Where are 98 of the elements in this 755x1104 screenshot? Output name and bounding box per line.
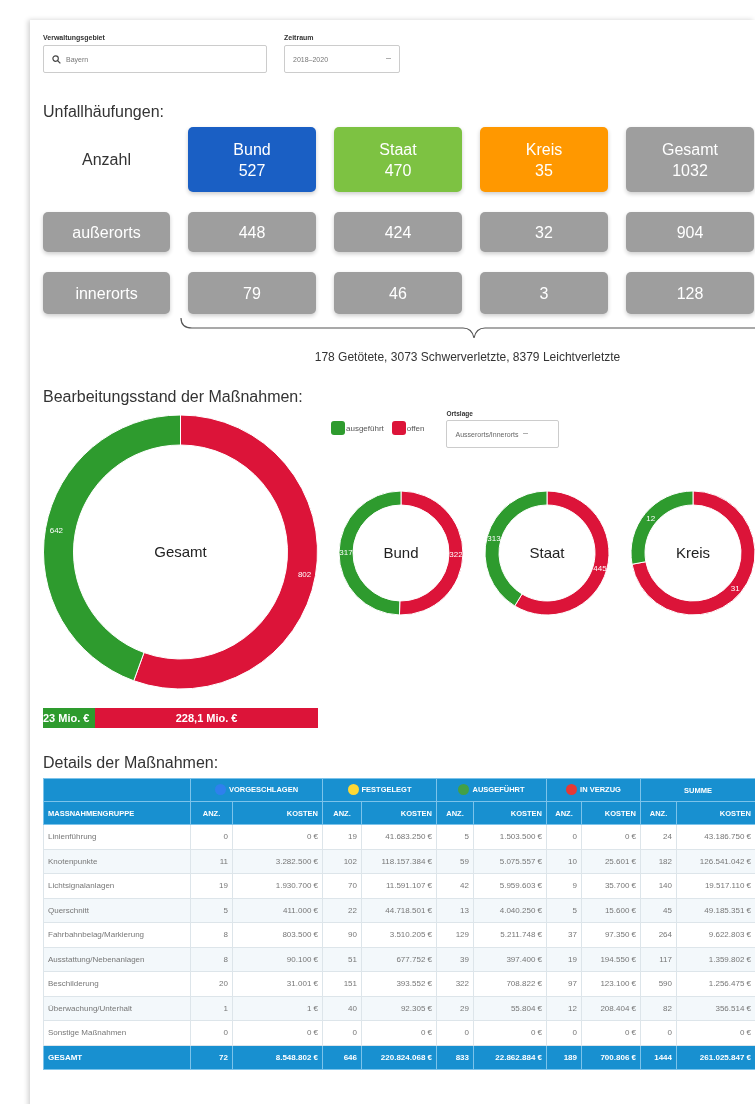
table-cell: 90.100 €: [232, 947, 323, 972]
table-cell: 97.350 €: [581, 922, 641, 947]
search-icon: [52, 54, 61, 64]
table-cell: Lichtsignalanlagen: [43, 873, 191, 898]
value-tile: 448: [188, 212, 316, 252]
legend-label: ausgeführt: [346, 423, 384, 433]
chart-title: Kreis: [675, 544, 711, 561]
table-cell: 11.591.107 €: [361, 873, 437, 898]
data-label: 317: [339, 548, 353, 558]
total-cell: GESAMT: [43, 1045, 191, 1070]
data-label: 802: [297, 569, 312, 579]
table-cell: Knotenpunkte: [43, 849, 191, 874]
table-cell: 129: [436, 922, 474, 947]
row-label: Anzahl: [81, 149, 132, 170]
value-tile: 79: [188, 272, 316, 314]
cost-label: 228,1 Mio. €: [175, 712, 238, 724]
total-tile: Gesamt 1032: [626, 127, 754, 192]
data-label: 313: [487, 534, 501, 544]
row-label-tile: innerorts: [43, 272, 170, 314]
table-cell: 5.959.603 €: [473, 873, 547, 898]
table-cell: 140: [640, 873, 677, 898]
table-cell: 411.000 €: [232, 898, 323, 923]
value-tile: 128: [626, 272, 754, 314]
table-cell: 123.100 €: [581, 971, 641, 996]
table-cell: 0: [546, 1020, 582, 1045]
table-cell: 31.001 €: [232, 971, 323, 996]
table-cell: 5: [436, 824, 474, 849]
table-cell: 41.683.250 €: [361, 824, 437, 849]
table-cell: 322: [436, 971, 474, 996]
table-cell: 393.552 €: [361, 971, 437, 996]
table-cell: 0 €: [361, 1020, 437, 1045]
table-cell: 0: [436, 1020, 474, 1045]
table-cell: 0 €: [232, 1020, 323, 1045]
table-cell: Linienführung: [43, 824, 191, 849]
table-cell: 803.500 €: [232, 922, 323, 947]
table-cell: Überwachung/Unterhalt: [43, 996, 191, 1021]
table-cell: Ausstattung/Nebenanlagen: [43, 947, 191, 972]
total-tile: Kreis 35: [480, 127, 608, 192]
table-cell: 1.503.500 €: [473, 824, 547, 849]
summary-text: 178 Getötete, 3073 Schwerverletzte, 8379 Leichtverletzte: [313, 350, 622, 364]
table-cell: Sonstige Maßnahmen: [43, 1020, 191, 1045]
total-cell: 8.548.802 €: [232, 1045, 323, 1070]
data-label: 445: [593, 563, 607, 573]
section-title: Bearbeitungsstand der Maßnahmen:: [43, 388, 304, 407]
table-cell: 8: [190, 922, 233, 947]
table-cell: 70: [322, 873, 362, 898]
total-tile: Staat 470: [334, 127, 462, 192]
table-cell: 0: [190, 824, 233, 849]
data-label: 31: [730, 584, 740, 594]
caret-icon: [386, 57, 391, 61]
table-cell: 20: [190, 971, 233, 996]
table-cell: 0 €: [581, 824, 641, 849]
table-cell: 708.822 €: [473, 971, 547, 996]
table-cell: 3.510.205 €: [361, 922, 437, 947]
chart-title: Staat: [529, 544, 565, 561]
section-title: Details der Maßnahmen:: [43, 754, 220, 773]
table-cell: 0 €: [473, 1020, 547, 1045]
value-tile: 904: [626, 212, 754, 252]
table-cell: 1 €: [232, 996, 323, 1021]
table-cell: 5.211.748 €: [473, 922, 547, 947]
section-title: Unfallhäufungen:: [43, 103, 165, 122]
table-cell: Querschnitt: [43, 898, 191, 923]
table-cell: 0: [640, 1020, 677, 1045]
total-tile: Bund 527: [188, 127, 316, 192]
table-cell: 19: [190, 873, 233, 898]
table-cell: 3.282.500 €: [232, 849, 323, 874]
chart-title: Gesamt: [154, 543, 207, 560]
table-cell: 0: [322, 1020, 362, 1045]
table-cell: 1.930.700 €: [232, 873, 323, 898]
row-label-tile: außerorts: [43, 212, 170, 252]
table-cell: Fahrbahnbelag/Markierung: [43, 922, 191, 947]
caret-icon: [522, 432, 528, 436]
value-tile: 3: [480, 272, 608, 314]
table-cell: 0 €: [232, 824, 323, 849]
chart-title: Bund: [383, 544, 419, 561]
cost-label: 23 Mio. €: [43, 712, 90, 724]
table-cell: 24: [640, 824, 677, 849]
value-tile: 32: [480, 212, 608, 252]
table-cell: 0: [190, 1020, 233, 1045]
table-cell: 151: [322, 971, 362, 996]
table-cell: 90: [322, 922, 362, 947]
table-cell: 35.700 €: [581, 873, 641, 898]
table-cell: 590: [640, 971, 677, 996]
table-cell: 0 €: [581, 1020, 641, 1045]
table-cell: 97: [546, 971, 582, 996]
table-cell: 42: [436, 873, 474, 898]
table-cell: 19: [322, 824, 362, 849]
table-cell: 37: [546, 922, 582, 947]
data-label: 12: [646, 513, 656, 523]
data-label: 642: [49, 526, 64, 536]
legend-label: offen: [406, 423, 425, 433]
table-cell: Beschilderung: [43, 971, 191, 996]
table-cell: 0: [546, 824, 582, 849]
data-label: 322: [449, 549, 463, 559]
value-tile: 424: [334, 212, 462, 252]
value-tile: 46: [334, 272, 462, 314]
table-cell: 9: [546, 873, 582, 898]
table-cell: 264: [640, 922, 677, 947]
